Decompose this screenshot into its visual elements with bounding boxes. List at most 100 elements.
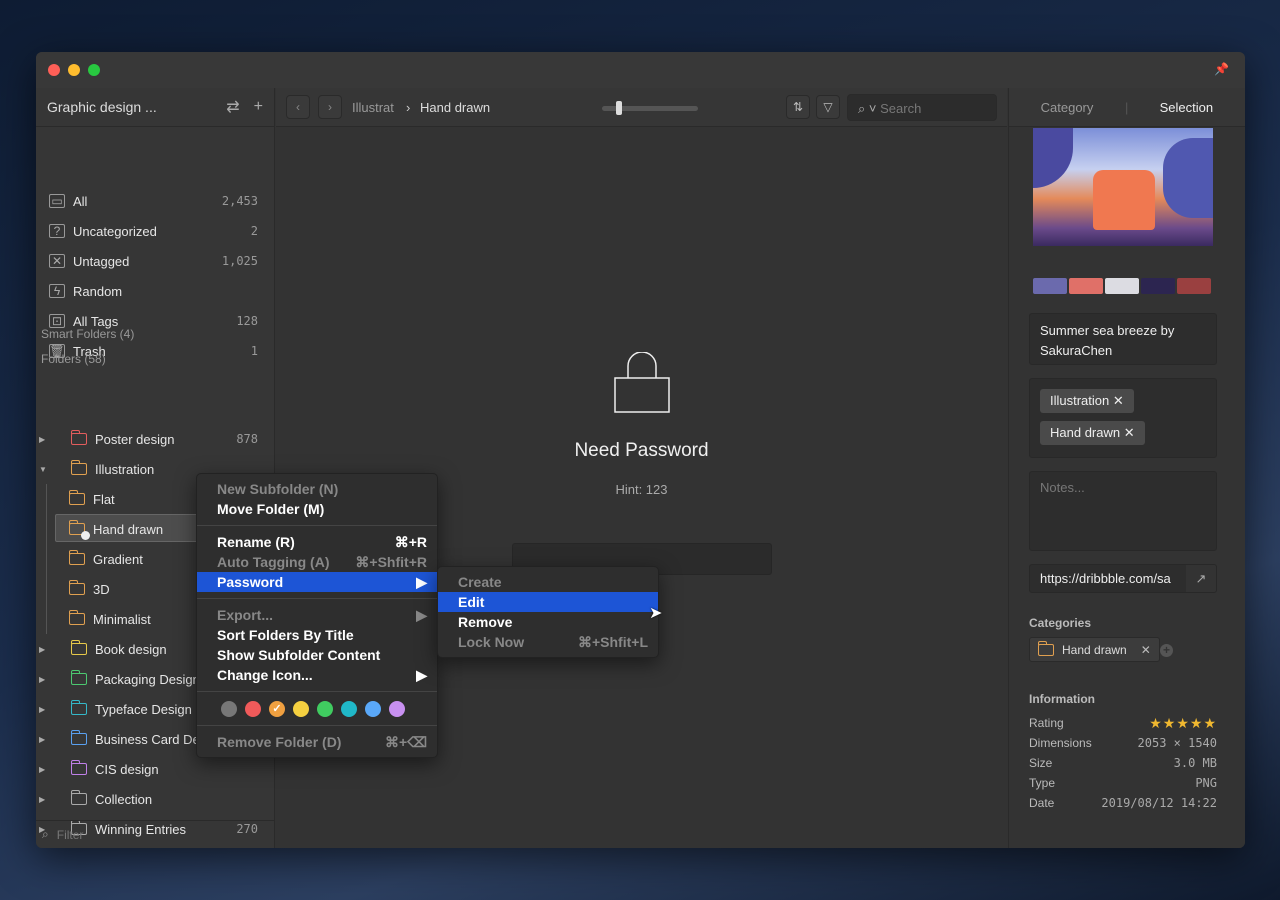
sidebar-item[interactable]: ▭ All 2,453 [36,186,275,216]
sort-button[interactable]: ⇅ [786,95,810,119]
rating-stars[interactable]: ★★★★★ [1149,716,1217,732]
sidebar-item[interactable]: ? Uncategorized 2 [36,216,275,246]
folder-icon [68,610,85,625]
bulb-icon: ϟ [49,284,65,298]
palette-swatch[interactable] [1177,278,1211,294]
color-swatch[interactable] [221,701,237,718]
add-category-icon[interactable]: + [1160,644,1173,657]
folder-icon [70,700,87,715]
remove-tag-icon[interactable]: ✕ [1113,393,1124,408]
forward-button[interactable]: › [318,95,342,119]
folder-icon [70,760,87,775]
search-icon: ⌕ [42,827,49,841]
color-swatch[interactable] [317,701,333,718]
lock-icon [614,352,670,413]
menu-item[interactable]: Edit [438,592,658,612]
title-field[interactable]: Summer sea breeze by SakuraChen [1029,313,1217,365]
switch-library-icon[interactable]: ⇄ [226,97,239,117]
tab-selection[interactable]: Selection [1128,100,1244,115]
menu-separator [197,691,437,692]
category-chip[interactable]: Hand drawn ✕ [1029,637,1160,662]
breadcrumb-parent[interactable]: Illustrat [352,100,394,115]
tag-chip[interactable]: Illustration ✕ [1040,389,1134,413]
image-preview[interactable] [1033,128,1213,246]
thumbnail-size-slider[interactable] [602,101,698,115]
menu-item[interactable]: Remove [438,612,658,632]
tag-chip[interactable]: Hand drawn ✕ [1040,421,1145,445]
notes-field[interactable]: Notes... [1029,471,1217,551]
smart-folders-header[interactable]: Smart Folders (4) [41,327,134,341]
folder-icon [1037,640,1054,656]
categories-label: Categories [1029,616,1092,630]
disclosure-triangle-icon[interactable]: ▶ [39,435,45,444]
palette-swatch[interactable] [1033,278,1067,294]
disclosure-triangle-icon[interactable]: ▶ [39,765,45,774]
menu-separator [197,525,437,526]
folder-context-menu: New Subfolder (N) Move Folder (M) Rename… [196,473,438,759]
folders-header[interactable]: Folders (58) [41,352,106,366]
palette-swatch[interactable] [1141,278,1175,294]
menu-item[interactable]: Show Subfolder Content [197,645,437,665]
folder-icon [70,430,87,445]
zoom-button[interactable] [88,64,100,76]
tab-category[interactable]: Category [1009,100,1125,115]
remove-category-icon[interactable]: ✕ [1141,643,1151,657]
remove-tag-icon[interactable]: ✕ [1124,425,1135,440]
url-field[interactable]: https://dribbble.com/sa ↗ [1029,564,1217,593]
title-bar: 📌 [36,52,1245,88]
pin-icon[interactable]: 📌 [1214,62,1229,76]
color-swatch[interactable] [389,701,405,718]
color-swatch[interactable] [365,701,381,718]
tree-line [46,604,47,634]
disclosure-triangle-icon[interactable]: ▶ [39,675,45,684]
library-name[interactable]: Graphic design ... [47,99,212,115]
disclosure-triangle-icon[interactable]: ▶ [39,795,45,804]
add-icon[interactable]: + [254,98,263,116]
color-swatch[interactable] [293,701,309,718]
minimize-button[interactable] [68,64,80,76]
color-swatch[interactable] [341,701,357,718]
disclosure-triangle-icon[interactable]: ▶ [39,645,45,654]
search-input[interactable]: ⌕ ˅ Search [847,94,997,121]
menu-item[interactable]: Change Icon... ▶ [197,665,437,685]
menu-item[interactable]: Rename (R) ⌘+R [197,532,437,552]
info-row: Size 3.0 MB [1029,756,1217,770]
color-swatch[interactable]: ✓ [269,701,285,718]
menu-item[interactable]: Password ▶ [197,572,437,592]
folder-item[interactable]: ▶ Collection [36,784,275,814]
tags-field[interactable]: Illustration ✕ Hand drawn ✕ [1029,378,1217,458]
menu-item[interactable]: Move Folder (M) [197,499,437,519]
disclosure-triangle-icon[interactable]: ▶ [39,735,45,744]
need-password-title: Need Password [574,440,709,461]
folder-icon [70,790,87,805]
breadcrumb-current: Hand drawn [420,100,491,115]
info-row: Type PNG [1029,776,1217,790]
palette-swatch[interactable] [1105,278,1139,294]
filter-button[interactable]: ▽ [816,95,840,119]
sidebar-item[interactable]: ϟ Random [36,276,275,306]
menu-item: Lock Now ⌘+Shfit+L [458,634,648,650]
menu-item[interactable]: Sort Folders By Title [197,625,437,645]
folder-item[interactable]: ▶ Poster design 878 [36,424,275,454]
disclosure-triangle-icon[interactable]: ▶ [39,705,45,714]
folder-item[interactable]: ▶ CIS design [36,754,275,784]
back-button[interactable]: ‹ [286,95,310,119]
close-button[interactable] [48,64,60,76]
palette-swatch[interactable] [1069,278,1103,294]
sidebar-item[interactable]: ✕ Untagged 1,025 [36,246,275,276]
color-swatch[interactable] [245,701,261,718]
menu-item: Remove Folder (D) ⌘+⌫ [217,734,427,751]
folder-icon [68,490,85,505]
mouse-cursor-icon: ➤ [649,605,663,622]
folder-icon [70,640,87,655]
info-row: Rating ★★★★★ [1029,716,1217,732]
folder-icon [70,730,87,745]
open-link-icon[interactable]: ↗ [1186,565,1216,592]
folder-icon [70,670,87,685]
tree-line [46,544,47,574]
disclosure-triangle-icon[interactable]: ▼ [39,465,47,474]
slider-knob[interactable] [615,101,622,115]
menu-separator [197,598,437,599]
color-picker: ✓ [197,698,437,719]
filter-input[interactable]: ⌕ Filter [36,820,275,848]
